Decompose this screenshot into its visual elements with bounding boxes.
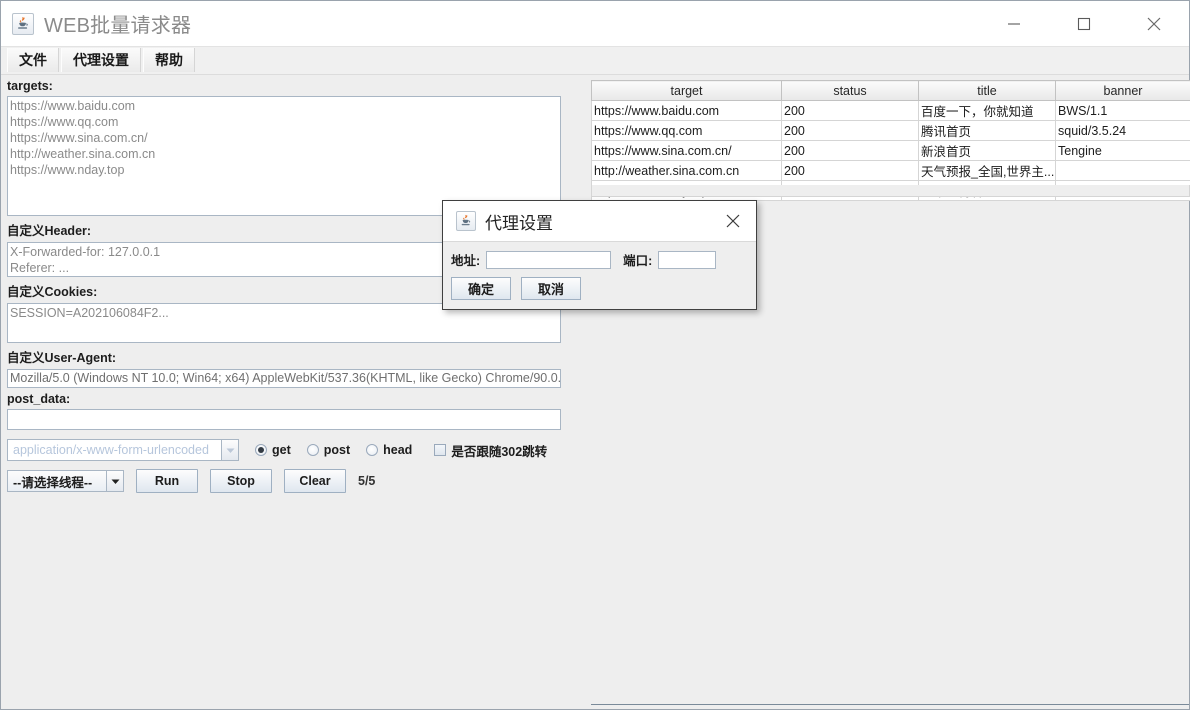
cell-banner: BWS/1.1	[1055, 100, 1190, 121]
content-type-select[interactable]: application/x-www-form-urlencoded	[7, 439, 239, 461]
follow-302-checkbox[interactable]: 是否跟随302跳转	[434, 441, 547, 460]
address-input[interactable]	[486, 250, 612, 269]
targets-label: targets:	[7, 79, 53, 93]
content-area: targets: https://www.baidu.com https://w…	[1, 75, 1190, 709]
radio-icon-post	[306, 444, 319, 456]
menu-proxy-settings[interactable]: 代理设置	[61, 48, 141, 72]
address-label: 地址:	[451, 254, 481, 268]
cell-status: 200	[781, 120, 919, 141]
cell-title: 天气预报_全国,世界主...	[918, 160, 1056, 181]
table-empty-area	[591, 185, 1190, 197]
dialog-title-bar: 代理设置	[443, 201, 756, 242]
right-panel: target status title banner https://www.b…	[590, 75, 1190, 709]
run-button[interactable]: Run	[136, 469, 198, 493]
content-type-value: application/x-www-form-urlencoded	[7, 439, 221, 461]
method-radio-head[interactable]: head	[366, 443, 412, 457]
cell-target: https://www.qq.com	[591, 120, 782, 141]
clear-button[interactable]: Clear	[284, 469, 346, 493]
cell-target: https://www.sina.com.cn/	[591, 140, 782, 161]
method-label-post: post	[323, 443, 351, 457]
checkbox-icon-follow-302	[434, 444, 447, 456]
method-label-get: get	[272, 443, 291, 457]
post-data-label: post_data:	[7, 392, 71, 406]
table-row[interactable]: http://weather.sina.com.cn 200 天气预报_全国,世…	[591, 160, 1190, 181]
stop-button[interactable]: Stop	[210, 469, 272, 493]
menu-file[interactable]: 文件	[7, 48, 59, 72]
port-label: 端口:	[623, 254, 653, 268]
thread-count-value: --请选择线程--	[7, 470, 106, 492]
cell-target: https://www.baidu.com	[591, 100, 782, 121]
progress-counter: 5/5	[358, 474, 376, 488]
right-panel-bottom-border	[591, 704, 1189, 705]
targets-input[interactable]: https://www.baidu.com https://www.qq.com…	[7, 96, 561, 216]
cell-status: 200	[781, 160, 919, 181]
column-header-banner[interactable]: banner	[1055, 80, 1190, 101]
dialog-body: 地址: 端口: 确定 取消	[443, 242, 756, 309]
post-data-input[interactable]	[7, 409, 561, 430]
method-label-head: head	[383, 443, 413, 457]
cell-status: 200	[781, 140, 919, 161]
maximize-icon[interactable]	[1049, 1, 1119, 46]
left-panel: targets: https://www.baidu.com https://w…	[1, 75, 583, 709]
cell-banner: Tengine	[1055, 140, 1190, 161]
chevron-down-icon	[221, 439, 239, 461]
ok-button[interactable]: 确定	[451, 277, 511, 300]
table-row[interactable]: https://www.sina.com.cn/ 200 新浪首页 Tengin…	[591, 140, 1190, 161]
cell-target: http://weather.sina.com.cn	[591, 160, 782, 181]
custom-useragent-label: 自定义User-Agent:	[7, 351, 117, 365]
radio-icon-get	[255, 444, 267, 456]
port-input[interactable]	[658, 250, 717, 269]
cell-banner: squid/3.5.24	[1055, 120, 1190, 141]
method-radio-post[interactable]: post	[306, 443, 351, 457]
cell-title: 新浪首页	[918, 140, 1056, 161]
close-icon[interactable]	[722, 210, 744, 232]
java-cup-icon	[456, 211, 476, 231]
minimize-icon[interactable]	[979, 1, 1049, 46]
menu-bar: 文件 代理设置 帮助	[1, 47, 1189, 75]
column-header-title[interactable]: title	[918, 80, 1056, 101]
cell-status: 200	[781, 100, 919, 121]
application-window: WEB批量请求器 文件 代理设置 帮助 targets: https://www…	[0, 0, 1190, 710]
menu-help[interactable]: 帮助	[143, 48, 195, 72]
thread-count-select[interactable]: --请选择线程--	[7, 470, 124, 492]
table-header-row: target status title banner	[591, 80, 1190, 101]
close-icon[interactable]	[1119, 1, 1189, 46]
cancel-button[interactable]: 取消	[521, 277, 581, 300]
cell-title: 百度一下，你就知道	[918, 100, 1056, 121]
results-table: target status title banner https://www.b…	[591, 80, 1190, 201]
title-bar: WEB批量请求器	[1, 1, 1189, 47]
action-row: --请选择线程-- Run Stop Clear 5/5	[7, 469, 583, 493]
dialog-button-row: 确定 取消	[451, 277, 756, 300]
column-header-status[interactable]: status	[781, 80, 919, 101]
custom-useragent-input[interactable]: Mozilla/5.0 (Windows NT 10.0; Win64; x64…	[7, 369, 561, 388]
cell-banner	[1055, 160, 1190, 181]
dialog-field-row: 地址: 端口:	[451, 250, 756, 269]
java-cup-icon	[12, 12, 34, 35]
table-row[interactable]: https://www.baidu.com 200 百度一下，你就知道 BWS/…	[591, 100, 1190, 121]
method-radio-get[interactable]: get	[255, 443, 291, 457]
window-controls	[979, 1, 1189, 46]
column-header-target[interactable]: target	[591, 80, 782, 101]
window-title: WEB批量请求器	[44, 15, 192, 37]
radio-icon-head	[366, 444, 379, 456]
chevron-down-icon	[106, 470, 124, 492]
table-row[interactable]: https://www.qq.com 200 腾讯首页 squid/3.5.24	[591, 120, 1190, 141]
follow-302-label: 是否跟随302跳转	[451, 444, 548, 459]
cell-title: 腾讯首页	[918, 120, 1056, 141]
dialog-title: 代理设置	[485, 213, 553, 233]
request-type-row: application/x-www-form-urlencoded get po…	[7, 439, 583, 461]
proxy-settings-dialog: 代理设置 地址: 端口: 确定 取消	[442, 200, 757, 310]
